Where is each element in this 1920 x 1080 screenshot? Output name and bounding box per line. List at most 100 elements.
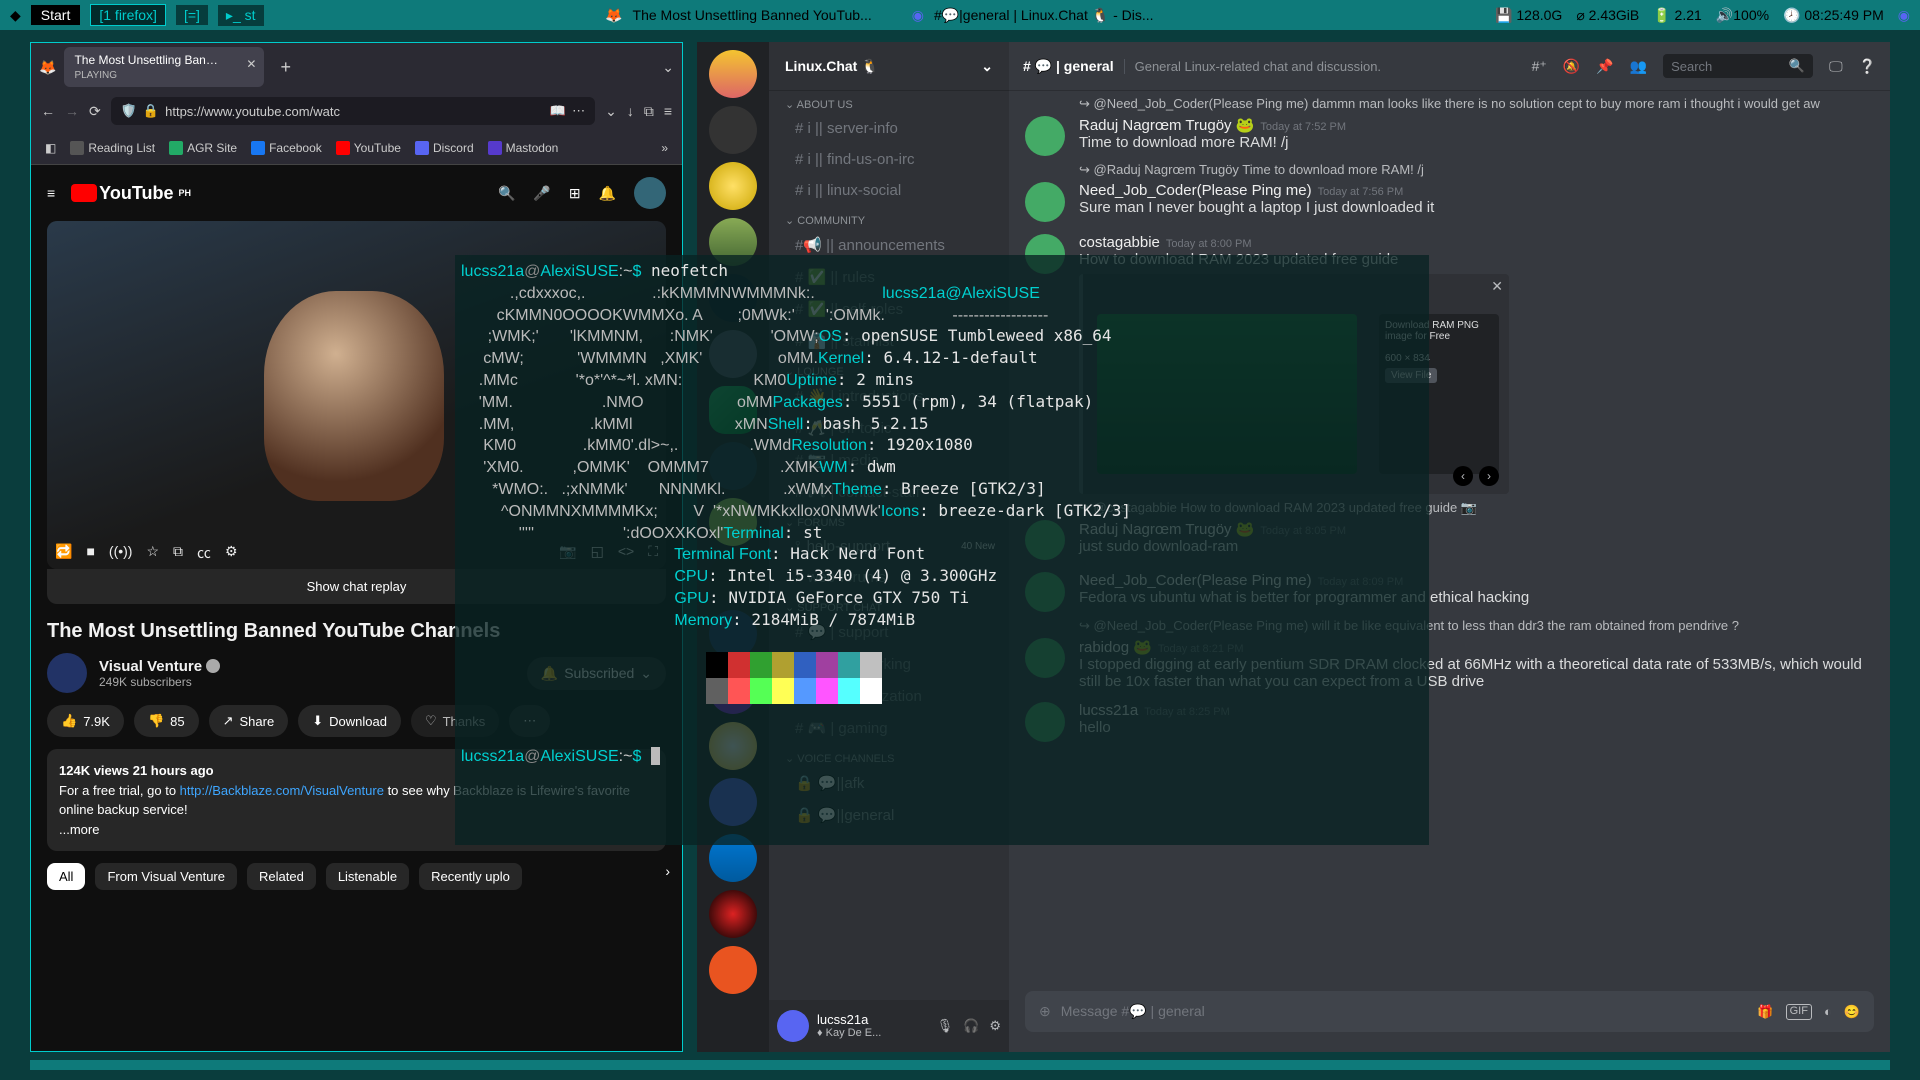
tab-dropdown-icon[interactable]: ⌄ — [662, 59, 674, 76]
address-input[interactable]: 🛡️ 🔒 https://www.youtube.com/watc 📖 ⋯ — [111, 97, 595, 125]
inbox-icon[interactable]: 🖵 — [1829, 58, 1843, 75]
chip-related[interactable]: Related — [247, 863, 316, 890]
headphones-icon[interactable]: 🎧 — [963, 1018, 979, 1034]
channel-server-info[interactable]: # i || server-info — [775, 114, 1003, 143]
extension-icon[interactable]: ⧉ — [644, 103, 654, 120]
mic-icon[interactable]: 🎙 — [937, 1018, 954, 1034]
chip-recent[interactable]: Recently uplo — [419, 863, 522, 890]
discord-search[interactable]: Search 🔍 — [1663, 54, 1813, 78]
channel-linux-social[interactable]: # i || linux-social — [775, 176, 1003, 205]
channel-find-us-on-irc[interactable]: # i || find-us-on-irc — [775, 145, 1003, 174]
shield-icon: 🛡️ — [121, 103, 137, 119]
new-tab-button[interactable]: + — [272, 57, 299, 78]
user-panel: lucss21a ♦ Kay De E... 🎙 🎧 ⚙ — [769, 1000, 1009, 1052]
gift-icon[interactable]: 🎁 — [1757, 1004, 1773, 1020]
clock: 🕗 08:25:49 PM — [1783, 7, 1884, 24]
members-icon[interactable]: 👥 — [1630, 58, 1647, 75]
bookmark-reading-list[interactable]: Reading List — [70, 141, 155, 155]
account-avatar[interactable] — [634, 177, 666, 209]
chip-from-channel[interactable]: From Visual Venture — [95, 863, 237, 890]
section-about[interactable]: ⌄ ABOUT US — [769, 90, 1009, 113]
threads-icon[interactable]: #⁺ — [1532, 58, 1547, 75]
firefox-tab[interactable]: The Most Unsettling Ban… PLAYING ✕ — [64, 47, 264, 87]
chip-all[interactable]: All — [47, 863, 85, 890]
download-icon[interactable]: ↓ — [627, 103, 634, 119]
like-button[interactable]: 👍7.9K — [47, 705, 124, 737]
attach-icon[interactable]: ⊕ — [1039, 1003, 1051, 1020]
more-link[interactable]: ...more — [59, 822, 99, 837]
pin-icon[interactable]: 📌 — [1596, 58, 1613, 75]
chip-next-icon[interactable]: › — [665, 863, 670, 879]
message-avatar[interactable] — [1025, 116, 1065, 156]
server-icon[interactable] — [709, 50, 757, 98]
hamburger-icon[interactable]: ≡ — [47, 185, 55, 201]
cc-icon[interactable]: ㏄ — [197, 543, 211, 563]
menu-icon[interactable]: ≡ — [664, 103, 672, 119]
terminal-window[interactable]: lucss21a@AlexiSUSE:~$ neofetch .,cdxxxoc… — [455, 255, 1429, 845]
create-icon[interactable]: ⊞ — [569, 185, 581, 202]
desc-link[interactable]: http://Backblaze.com/VisualVenture — [180, 783, 384, 798]
server-icon[interactable] — [709, 890, 757, 938]
dislike-button[interactable]: 👎85 — [134, 705, 199, 737]
message-avatar[interactable] — [1025, 182, 1065, 222]
bookmark-youtube[interactable]: YouTube — [336, 141, 401, 155]
mute-icon[interactable]: 🔕 — [1563, 58, 1580, 75]
bookmark-mastodon[interactable]: Mastodon — [488, 141, 559, 155]
message-author[interactable]: costagabbie — [1079, 234, 1160, 251]
message-reply[interactable]: ↪ @Need_Job_Coder(Please Ping me) dammn … — [1079, 96, 1874, 112]
thumb-down-icon: 👎 — [148, 713, 164, 729]
help-icon[interactable]: ❔ — [1859, 58, 1876, 75]
back-icon[interactable]: ← — [41, 103, 55, 119]
search-icon[interactable]: 🔍 — [498, 185, 515, 202]
close-tab-icon[interactable]: ✕ — [246, 57, 256, 71]
bookmarks-overflow-icon[interactable]: » — [661, 141, 668, 155]
star-icon[interactable]: ☆ — [146, 543, 159, 563]
start-button[interactable]: Start — [31, 5, 81, 25]
download-button[interactable]: ⬇Download — [298, 705, 401, 737]
youtube-logo[interactable]: YouTubePH — [71, 183, 191, 204]
repeat-icon[interactable]: 🔁 — [55, 543, 72, 563]
pocket-icon[interactable]: ⌄ — [605, 103, 617, 120]
channel-avatar[interactable] — [47, 653, 87, 693]
gif-icon[interactable]: GIF — [1786, 1004, 1812, 1020]
reader-mode-icon[interactable]: 📖 — [550, 103, 566, 119]
task-st[interactable]: ▸_ st — [218, 5, 264, 26]
volume-status: 🔊100% — [1716, 7, 1769, 24]
bookmark-facebook[interactable]: Facebook — [251, 141, 322, 155]
voice-search-icon[interactable]: 🎤 — [533, 185, 550, 202]
gear-icon[interactable]: ⚙ — [989, 1018, 1001, 1034]
embed-close-icon[interactable]: ✕ — [1491, 278, 1503, 295]
user-avatar[interactable] — [777, 1010, 809, 1042]
tray-icon[interactable]: ◉ — [1898, 7, 1910, 24]
task-firefox[interactable]: [1 firefox] — [90, 4, 166, 26]
server-icon[interactable] — [709, 946, 757, 994]
settings-icon[interactable]: ⚙ — [225, 543, 238, 563]
message: Raduj Nagrœm Trugöy 🐸Today at 7:52 PMTim… — [1025, 110, 1874, 162]
guild-header[interactable]: Linux.Chat 🐧 ⌄ — [769, 42, 1009, 90]
bookmark-agr-site[interactable]: AGR Site — [169, 141, 237, 155]
reload-icon[interactable]: ⟳ — [89, 103, 101, 120]
share-button[interactable]: ↗Share — [209, 705, 289, 737]
forward-icon[interactable]: → — [65, 103, 79, 119]
message-input[interactable]: ⊕ Message #💬 | general 🎁 GIF ◐ 😊 — [1025, 991, 1874, 1032]
share-icon: ↗ — [223, 713, 234, 729]
url-menu-icon[interactable]: ⋯ — [572, 103, 585, 119]
server-icon[interactable] — [709, 162, 757, 210]
chip-listenable[interactable]: Listenable — [326, 863, 409, 890]
emoji-icon[interactable]: 😊 — [1844, 1004, 1860, 1020]
pip-icon[interactable]: ⧉ — [173, 543, 183, 563]
sticker-icon[interactable]: ◐ — [1824, 1004, 1832, 1020]
channel-name[interactable]: Visual Venture — [99, 658, 220, 675]
sidebar-icon[interactable]: ◧ — [45, 141, 56, 155]
embed-next-icon[interactable]: › — [1479, 466, 1499, 486]
message-author[interactable]: Raduj Nagrœm Trugöy 🐸 — [1079, 117, 1254, 134]
stop-icon[interactable]: ■ — [86, 543, 94, 563]
embed-prev-icon[interactable]: ‹ — [1453, 466, 1473, 486]
section-community[interactable]: ⌄ COMMUNITY — [769, 206, 1009, 229]
message-author[interactable]: Need_Job_Coder(Please Ping me) — [1079, 182, 1312, 199]
notifications-icon[interactable]: 🔔 — [599, 185, 616, 202]
task-empty[interactable]: [=] — [176, 5, 208, 25]
audio-icon[interactable]: ((•)) — [109, 543, 133, 563]
bookmark-discord[interactable]: Discord — [415, 141, 474, 155]
server-icon[interactable] — [709, 106, 757, 154]
